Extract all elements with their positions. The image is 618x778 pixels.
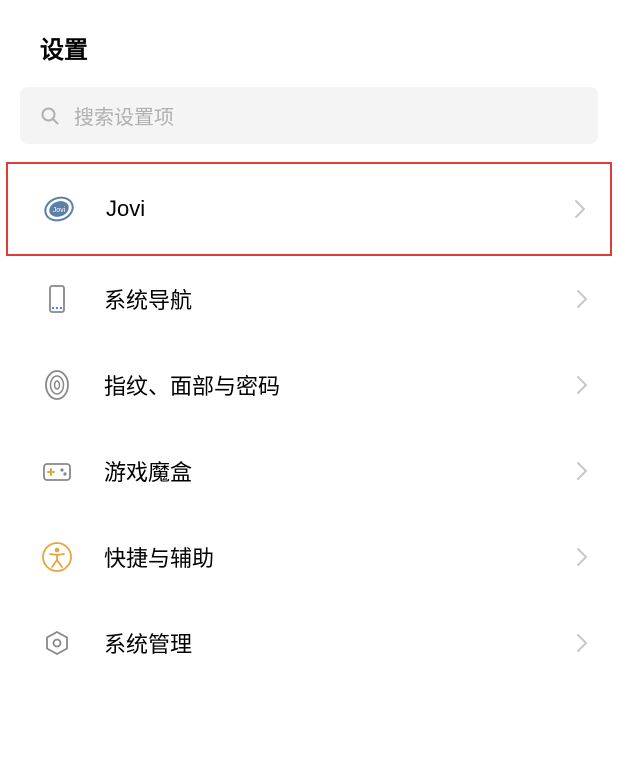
search-placeholder: 搜索设置项 <box>74 101 174 130</box>
page-title: 设置 <box>0 0 618 87</box>
chevron-right-icon <box>576 289 588 309</box>
accessibility-icon <box>40 540 74 574</box>
list-item-system-management[interactable]: 系统管理 <box>0 600 618 686</box>
search-input[interactable]: 搜索设置项 <box>20 87 598 144</box>
search-icon <box>40 106 60 126</box>
chevron-right-icon <box>574 199 586 219</box>
list-item-navigation[interactable]: 系统导航 <box>0 256 618 342</box>
settings-list: Jovi Jovi 系统导航 指纹、面部与密码 <box>0 162 618 686</box>
gear-icon <box>40 626 74 660</box>
item-label: 系统导航 <box>104 283 546 315</box>
list-item-biometrics[interactable]: 指纹、面部与密码 <box>0 342 618 428</box>
item-label: 系统管理 <box>104 627 546 659</box>
chevron-right-icon <box>576 375 588 395</box>
svg-text:Jovi: Jovi <box>53 207 66 214</box>
item-label: 指纹、面部与密码 <box>104 369 546 401</box>
item-label: Jovi <box>106 196 544 222</box>
chevron-right-icon <box>576 461 588 481</box>
chevron-right-icon <box>576 547 588 567</box>
gamepad-icon <box>40 454 74 488</box>
fingerprint-icon <box>40 368 74 402</box>
chevron-right-icon <box>576 633 588 653</box>
item-label: 游戏魔盒 <box>104 455 546 487</box>
phone-icon <box>40 282 74 316</box>
item-label: 快捷与辅助 <box>104 541 546 573</box>
list-item-game-box[interactable]: 游戏魔盒 <box>0 428 618 514</box>
list-item-accessibility[interactable]: 快捷与辅助 <box>0 514 618 600</box>
jovi-icon: Jovi <box>42 192 76 226</box>
list-item-jovi[interactable]: Jovi Jovi <box>6 162 612 256</box>
